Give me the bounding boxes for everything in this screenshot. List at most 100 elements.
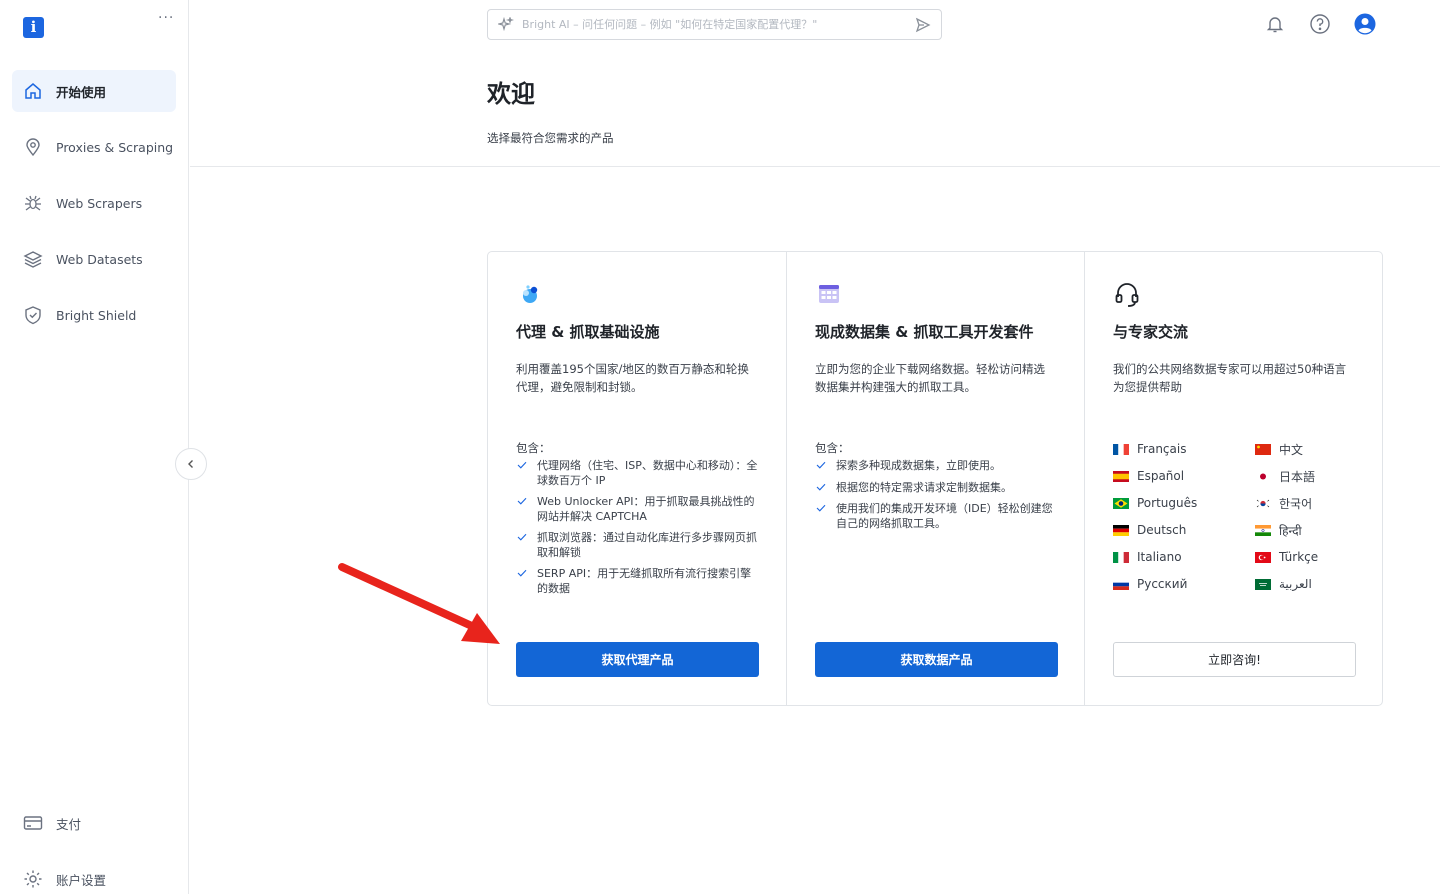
feature-list: 探索多种现成数据集，立即使用。 根据您的特定需求请求定制数据集。 使用我们的集成…: [815, 459, 1059, 538]
language-fr[interactable]: Français: [1113, 441, 1255, 457]
sidebar-item-label: Web Scrapers: [56, 195, 143, 211]
logo[interactable]: i: [23, 17, 44, 38]
card-title: 代理 & 抓取基础设施: [516, 323, 660, 341]
check-icon: [517, 497, 527, 505]
language-ru[interactable]: Русский: [1113, 576, 1255, 592]
ai-search-input[interactable]: [522, 18, 915, 31]
red-arrow-annotation: [338, 563, 500, 644]
language-in[interactable]: हिन्दी: [1255, 522, 1333, 538]
feature-text: 抓取浏览器：通过自动化库进行多步骤网页抓取和解锁: [537, 531, 757, 559]
language-es[interactable]: Español: [1113, 468, 1255, 484]
feature-text: Web Unlocker API：用于抓取最具挑战性的网站并解决 CAPTCHA: [537, 495, 755, 523]
sidebar-item-label: Bright Shield: [56, 307, 137, 323]
feature-text: 使用我们的集成开发环境（IDE）轻松创建您自己的网络抓取工具。: [836, 502, 1053, 530]
feature-item: Web Unlocker API：用于抓取最具挑战性的网站并解决 CAPTCHA: [516, 495, 760, 524]
card-description: 立即为您的企业下载网络数据。轻松访问精选数据集并构建强大的抓取工具。: [815, 362, 1045, 394]
china-flag-icon: [1255, 443, 1271, 455]
proxy-network-icon: [523, 285, 538, 303]
feature-item: 根据您的特定需求请求定制数据集。: [815, 481, 1059, 496]
sidebar: i ··· 开始使用 Proxies & Scraping Web Scrape…: [0, 0, 189, 894]
sidebar-item-billing[interactable]: 支付: [23, 813, 81, 833]
language-label: Español: [1137, 469, 1185, 483]
feature-item: 使用我们的集成开发环境（IDE）轻松创建您自己的网络抓取工具。: [815, 502, 1059, 531]
notifications-bell-icon[interactable]: [1263, 12, 1287, 36]
more-options-icon[interactable]: ···: [158, 10, 174, 26]
feature-text: 探索多种现成数据集，立即使用。: [836, 459, 1001, 472]
credit-card-icon: [23, 813, 43, 833]
send-icon[interactable]: [915, 17, 931, 33]
location-pin-icon: [23, 137, 43, 157]
language-br[interactable]: Português: [1113, 495, 1255, 511]
saudi-flag-icon: [1255, 578, 1271, 590]
language-kr[interactable]: 한국어: [1255, 495, 1333, 511]
india-flag-icon: [1255, 524, 1271, 536]
sidebar-item-proxies-scraping[interactable]: Proxies & Scraping: [12, 126, 176, 168]
gear-icon: [23, 869, 43, 889]
sidebar-item-getting-started[interactable]: 开始使用: [12, 70, 176, 112]
check-icon: [517, 461, 527, 469]
language-label: 日本語: [1279, 469, 1316, 484]
shield-check-icon: [23, 305, 43, 325]
help-icon[interactable]: [1308, 12, 1332, 36]
check-icon: [517, 533, 527, 541]
sidebar-item-label: Proxies & Scraping: [56, 139, 174, 155]
feature-item: 抓取浏览器：通过自动化库进行多步骤网页抓取和解锁: [516, 531, 760, 560]
sidebar-item-web-scrapers[interactable]: Web Scrapers: [12, 182, 176, 224]
get-data-products-button[interactable]: 获取数据产品: [815, 642, 1058, 677]
check-icon: [816, 504, 826, 512]
page-title: 欢迎: [487, 80, 535, 108]
language-tr[interactable]: Türkçe: [1255, 549, 1333, 565]
ai-search-bar[interactable]: [487, 9, 942, 40]
language-label: Português: [1137, 496, 1198, 510]
get-proxy-products-button[interactable]: 获取代理产品: [516, 642, 759, 677]
card-description: 我们的公共网络数据专家可以用超过50种语言为您提供帮助: [1113, 362, 1347, 394]
language-label: Français: [1137, 442, 1187, 456]
italy-flag-icon: [1113, 551, 1129, 563]
headset-icon: [1115, 283, 1139, 307]
page-subtitle: 选择最符合您需求的产品: [487, 131, 614, 145]
feature-item: 探索多种现成数据集，立即使用。: [815, 459, 1059, 474]
feature-item: 代理网络（住宅、ISP、数据中心和移动）：全球数百万个 IP: [516, 459, 760, 488]
feature-text: 根据您的特定需求请求定制数据集。: [836, 480, 1012, 494]
spain-flag-icon: [1113, 470, 1129, 482]
sidebar-item-account-settings[interactable]: 账户设置: [23, 869, 106, 889]
table-grid-icon: [819, 285, 839, 303]
sidebar-item-web-datasets[interactable]: Web Datasets: [12, 238, 176, 280]
feature-text: SERP API：用于无缝抓取所有流行搜索引擎的数据: [537, 567, 752, 595]
language-label: Русский: [1137, 577, 1188, 591]
check-icon: [816, 483, 826, 491]
germany-flag-icon: [1113, 524, 1129, 536]
turkey-flag-icon: [1255, 551, 1271, 563]
language-ar[interactable]: العربية: [1255, 576, 1333, 592]
sidebar-item-bright-shield[interactable]: Bright Shield: [12, 294, 176, 336]
japan-flag-icon: [1255, 470, 1271, 482]
language-label: हिन्दी: [1279, 523, 1302, 538]
user-avatar-icon[interactable]: [1353, 12, 1377, 36]
card-proxies: 代理 & 抓取基础设施 利用覆盖195个国家/地区的数百万静态和轮换代理，避免限…: [488, 252, 787, 705]
language-it[interactable]: Italiano: [1113, 549, 1255, 565]
sidebar-item-label: Web Datasets: [56, 251, 143, 267]
language-label: Deutsch: [1137, 523, 1187, 537]
card-title: 现成数据集 & 抓取工具开发套件: [815, 323, 1034, 341]
includes-label: 包含：: [516, 441, 551, 455]
collapse-sidebar-button[interactable]: [175, 448, 207, 480]
language-cn[interactable]: 中文: [1255, 441, 1333, 457]
feature-item: SERP API：用于无缝抓取所有流行搜索引擎的数据: [516, 567, 760, 596]
language-label: 中文: [1279, 442, 1304, 457]
card-title: 与专家交流: [1113, 323, 1189, 341]
check-icon: [517, 569, 527, 577]
language-label: 한국어: [1279, 496, 1313, 511]
language-de[interactable]: Deutsch: [1113, 522, 1255, 538]
sidebar-item-label: 账户设置: [56, 872, 107, 888]
sparkle-icon: [498, 16, 514, 31]
layers-icon: [23, 249, 43, 269]
language-label: Türkçe: [1279, 550, 1319, 564]
spider-icon: [23, 193, 43, 213]
language-jp[interactable]: 日本語: [1255, 468, 1333, 484]
russia-flag-icon: [1113, 578, 1129, 590]
chevron-left-icon: [188, 460, 193, 468]
sidebar-item-label: 开始使用: [56, 84, 107, 100]
consult-now-button[interactable]: 立即咨询!: [1113, 642, 1356, 677]
product-cards: 代理 & 抓取基础设施 利用覆盖195个国家/地区的数百万静态和轮换代理，避免限…: [487, 251, 1383, 706]
home-icon: [23, 81, 43, 101]
